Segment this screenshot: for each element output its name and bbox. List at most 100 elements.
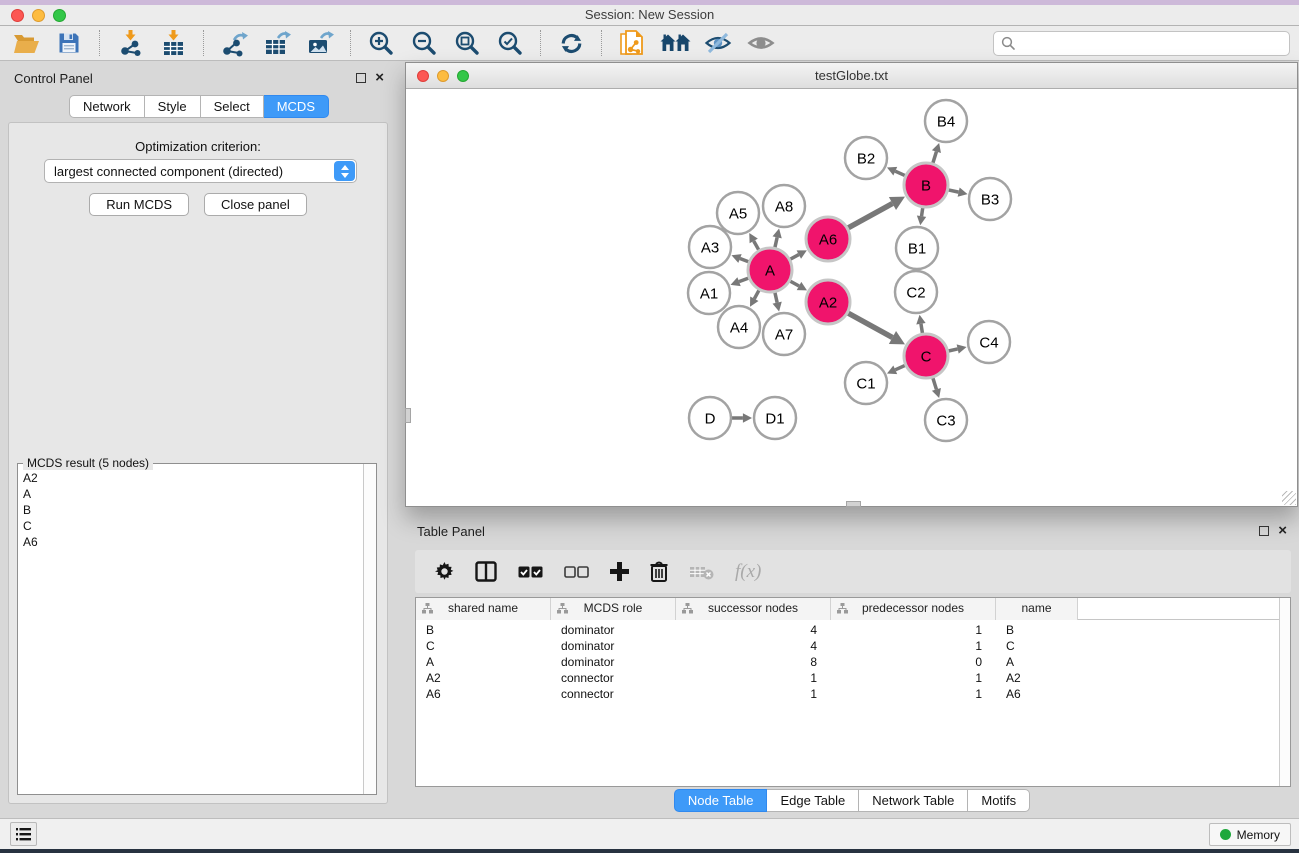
select-all-checkboxes-icon[interactable] — [518, 566, 543, 578]
left-edge-handle[interactable] — [405, 408, 411, 423]
result-item[interactable]: A2 — [23, 470, 376, 486]
desktop-background-strip — [0, 849, 1299, 853]
network-canvas[interactable]: B4B2BB3A8A5A6A3B1AA1C2A2A4A7C4CC1DD1C3 — [406, 89, 1297, 506]
graph-edge-A-A2[interactable] — [790, 281, 799, 286]
graph-edge-A-A1[interactable] — [739, 278, 748, 282]
memory-button[interactable]: Memory — [1209, 823, 1291, 846]
minimize-window-button[interactable] — [32, 9, 45, 22]
delete-columns-trash-icon[interactable] — [650, 561, 668, 582]
run-mcds-button[interactable]: Run MCDS — [89, 193, 189, 216]
zoom-in-icon[interactable] — [363, 28, 399, 58]
refresh-icon[interactable] — [553, 28, 589, 58]
close-table-panel-icon[interactable]: × — [1278, 526, 1287, 536]
close-panel-button[interactable]: Close panel — [204, 193, 307, 216]
open-file-icon[interactable] — [8, 28, 44, 58]
deselect-all-checkboxes-icon[interactable] — [564, 566, 589, 578]
new-network-from-selection-icon[interactable] — [614, 28, 650, 58]
tab-node-table[interactable]: Node Table — [674, 789, 768, 812]
zoom-out-icon[interactable] — [406, 28, 442, 58]
task-history-button[interactable] — [10, 822, 37, 846]
export-image-icon[interactable] — [302, 28, 338, 58]
show-all-icon[interactable] — [743, 28, 779, 58]
graph-edge-A-A3[interactable] — [740, 258, 749, 261]
zoom-network-window-button[interactable] — [457, 70, 469, 82]
column-header-successor-nodes[interactable]: successor nodes — [676, 598, 831, 620]
graph-edge-A-A4[interactable] — [754, 290, 759, 299]
node-label-B1: B1 — [908, 241, 926, 258]
cell-successor-nodes: 4 — [676, 639, 831, 655]
float-table-panel-icon[interactable] — [1259, 526, 1269, 536]
import-network-icon[interactable] — [112, 28, 148, 58]
column-header-predecessor-nodes[interactable]: predecessor nodes — [831, 598, 996, 620]
add-column-icon[interactable] — [610, 562, 629, 581]
graph-edge-C-C3[interactable] — [933, 378, 937, 389]
close-panel-icon[interactable]: × — [375, 73, 384, 83]
hide-selected-icon[interactable] — [700, 28, 736, 58]
table-row[interactable]: Adominator80A — [416, 655, 1290, 671]
tab-style[interactable]: Style — [145, 95, 201, 118]
result-item[interactable]: C — [23, 518, 376, 534]
result-item[interactable]: A6 — [23, 534, 376, 550]
export-table-icon[interactable] — [259, 28, 295, 58]
export-network-icon[interactable] — [216, 28, 252, 58]
criterion-dropdown[interactable]: largest connected component (directed) — [44, 159, 357, 183]
float-panel-icon[interactable] — [356, 73, 366, 83]
graph-edge-A-A6[interactable] — [790, 255, 799, 260]
search-input[interactable] — [1021, 36, 1289, 51]
graph-edge-A-A5[interactable] — [754, 241, 759, 250]
table-row[interactable]: Cdominator41C — [416, 639, 1290, 655]
cell-name: A2 — [996, 671, 1078, 687]
graph-edge-B-B1[interactable] — [922, 208, 923, 216]
graph-edge-A-A7[interactable] — [775, 292, 777, 302]
zoom-fit-icon[interactable] — [449, 28, 485, 58]
graph-edge-C-C1[interactable] — [895, 365, 905, 369]
node-label-B: B — [921, 178, 931, 195]
column-header-shared-name[interactable]: shared name — [416, 598, 551, 620]
graph-edge-A2-C[interactable] — [848, 313, 892, 337]
save-session-icon[interactable] — [51, 28, 87, 58]
first-neighbors-icon[interactable] — [657, 28, 693, 58]
tab-network-table[interactable]: Network Table — [859, 789, 968, 812]
tab-mcds[interactable]: MCDS — [264, 95, 329, 118]
graph-edge-A6-B[interactable] — [848, 203, 892, 227]
optimization-criterion-label: Optimization criterion: — [9, 139, 387, 154]
zoom-selected-icon[interactable] — [492, 28, 528, 58]
zoom-window-button[interactable] — [53, 9, 66, 22]
graph-edge-C-C4[interactable] — [948, 349, 957, 351]
minimize-network-window-button[interactable] — [437, 70, 449, 82]
graph-edge-C-C2[interactable] — [921, 324, 922, 334]
network-window-titlebar[interactable]: testGlobe.txt — [406, 63, 1297, 89]
graph-edge-B-B2[interactable] — [895, 171, 905, 175]
dropdown-stepper-icon — [334, 161, 355, 181]
result-item[interactable]: A — [23, 486, 376, 502]
result-scrollbar[interactable] — [363, 464, 376, 794]
table-row[interactable]: Bdominator41B — [416, 623, 1290, 639]
tab-motifs[interactable]: Motifs — [968, 789, 1030, 812]
table-row[interactable]: A2connector11A2 — [416, 671, 1290, 687]
graph-edge-B-B4[interactable] — [933, 152, 937, 163]
close-network-window-button[interactable] — [417, 70, 429, 82]
tab-edge-table[interactable]: Edge Table — [767, 789, 859, 812]
result-item[interactable]: B — [23, 502, 376, 518]
table-panel-tabs: Node TableEdge TableNetwork TableMotifs — [405, 789, 1299, 812]
node-label-C4: C4 — [979, 335, 998, 352]
node-label-A6: A6 — [819, 232, 837, 249]
graph-edge-B-B3[interactable] — [948, 190, 958, 192]
tab-select[interactable]: Select — [201, 95, 264, 118]
search-field[interactable] — [993, 31, 1290, 56]
table-scrollbar[interactable] — [1279, 598, 1290, 786]
node-label-A3: A3 — [701, 240, 719, 257]
import-table-icon[interactable] — [155, 28, 191, 58]
bottom-edge-handle[interactable] — [846, 501, 861, 507]
show-columns-icon[interactable] — [475, 561, 497, 582]
column-header-name[interactable]: name — [996, 598, 1078, 620]
tab-network[interactable]: Network — [69, 95, 145, 118]
cell-name: B — [996, 623, 1078, 639]
table-settings-gear-icon[interactable] — [435, 562, 454, 581]
table-row[interactable]: A6connector11A6 — [416, 687, 1290, 703]
column-header-mcds-role[interactable]: MCDS role — [551, 598, 676, 620]
cell-predecessor-nodes: 0 — [831, 655, 996, 671]
graph-edge-A-A8[interactable] — [775, 237, 777, 247]
close-window-button[interactable] — [11, 9, 24, 22]
window-resize-grip[interactable] — [1282, 491, 1296, 505]
